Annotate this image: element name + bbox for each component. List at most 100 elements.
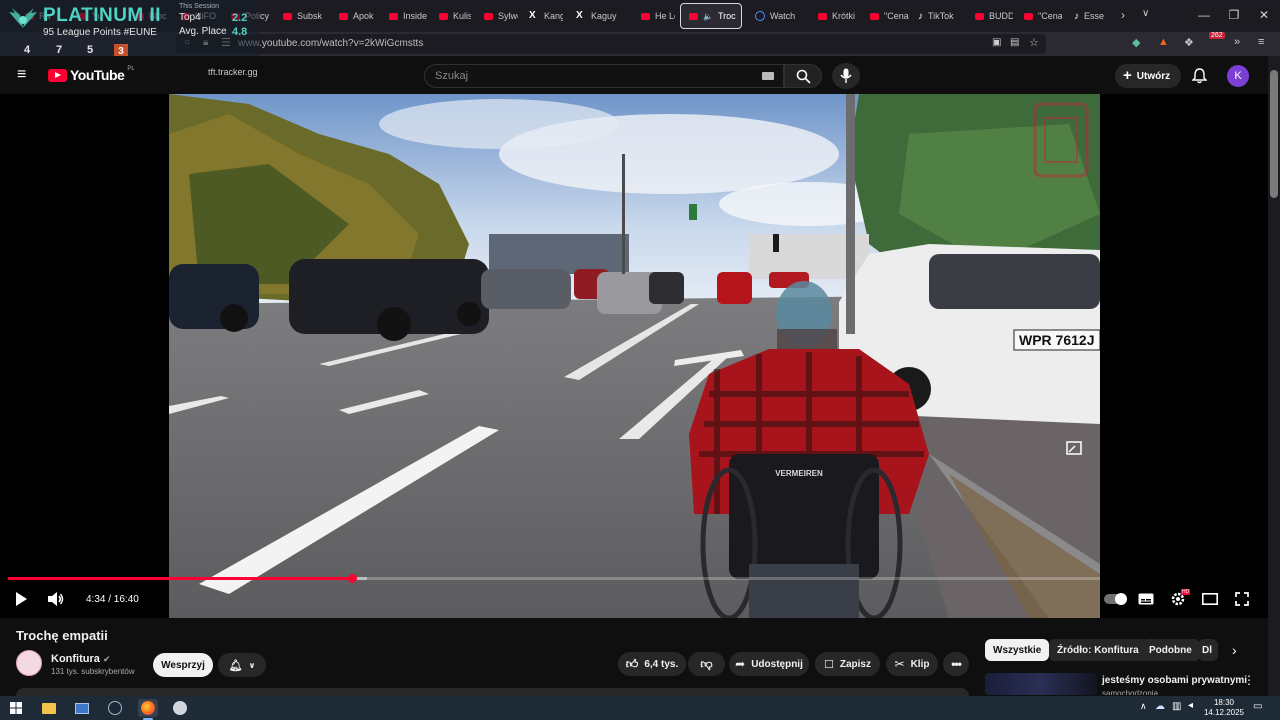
user-avatar[interactable]: K — [1227, 65, 1249, 87]
progress-scrubber[interactable] — [347, 574, 357, 583]
tab-list-chevron-icon[interactable]: ∨ — [1142, 8, 1149, 19]
youtube-play-logo-icon — [48, 68, 67, 82]
bell-icon: 🔔︎ — [228, 659, 243, 672]
join-button[interactable]: Wesprzyj — [153, 653, 213, 677]
tray-cloud-icon[interactable]: ☁ — [1155, 701, 1165, 712]
fullscreen-button[interactable] — [1230, 587, 1254, 611]
tab-scroll-right-icon[interactable]: › — [1121, 8, 1125, 22]
extension-fox-icon[interactable]: ▲ — [1158, 36, 1169, 48]
fullscreen-icon — [1235, 592, 1249, 606]
clip-button[interactable]: ✂ Klip — [886, 652, 938, 676]
share-button[interactable]: ➦ Udostępnij — [729, 652, 809, 676]
youtube-icon — [1024, 12, 1033, 20]
browser-tab[interactable]: Watch — [747, 3, 805, 29]
autoplay-toggle[interactable] — [1103, 587, 1127, 611]
browser-tab[interactable]: He Le — [633, 3, 675, 29]
theater-mode-button[interactable] — [1198, 587, 1222, 611]
chip-from-channel[interactable]: Źródło: Konfitura — [1049, 639, 1147, 661]
browser-tab[interactable]: Krótki — [810, 3, 858, 29]
browser-tab[interactable]: "Cena — [862, 3, 910, 29]
video-player[interactable]: WPR 7612J VERMEIREN 4:34 / 16:40 HD — [0, 94, 1268, 618]
bookmark-star-icon[interactable]: ☆ — [1029, 36, 1039, 49]
chip-all[interactable]: Wszystkie — [985, 639, 1050, 661]
progress-bar[interactable] — [8, 574, 1100, 583]
browser-tab[interactable]: X Kaguy — [568, 3, 626, 29]
browser-tab[interactable]: Kulisy — [431, 3, 471, 29]
clip-label: Klip — [910, 658, 930, 670]
browser-tab[interactable]: ♪ Esse — [1066, 3, 1118, 29]
url-text[interactable]: www.youtube.com/watch?v=2kWiGcmstts — [238, 38, 423, 49]
browser-tab[interactable]: Subsk — [275, 3, 323, 29]
channel-name[interactable]: Konfitura ✔ — [51, 653, 111, 665]
page-scrollbar[interactable] — [1268, 56, 1280, 696]
extension-counter-icon[interactable]: 262 — [1209, 32, 1225, 39]
recommendation-title[interactable]: jesteśmy osobami prywatnymi — [1102, 675, 1247, 686]
more-actions-button[interactable]: ••• — [943, 652, 969, 676]
youtube-region: PL — [127, 66, 135, 72]
browser-tab[interactable]: 🔈 Troc ✕ — [680, 3, 742, 29]
channel-avatar[interactable] — [16, 650, 42, 676]
recommendation-channel[interactable]: samochodzonia — [1102, 689, 1158, 695]
extensions-puzzle-icon[interactable]: ❖ — [1184, 36, 1194, 49]
steam-icon[interactable] — [105, 699, 125, 717]
youtube-logo[interactable]: YouTube PL — [48, 66, 135, 83]
recommendation-more-icon[interactable]: ⋮ — [1243, 673, 1255, 687]
restore-button[interactable]: ❐ — [1217, 0, 1251, 30]
dislike-button[interactable]: 👎︎ — [688, 652, 725, 676]
close-window-button[interactable]: ✕ — [1247, 0, 1280, 30]
tab-label: "Cena — [884, 11, 909, 21]
tab-label: Krótki — [832, 11, 856, 21]
tray-volume-icon[interactable]: ◂ — [1188, 700, 1193, 711]
app-icon[interactable] — [170, 699, 190, 717]
description-box-top[interactable] — [16, 688, 969, 696]
extension-shield-icon[interactable]: ◆ — [1132, 36, 1140, 49]
chips-next-icon[interactable]: › — [1232, 642, 1237, 658]
browser-tab[interactable]: X Kangr — [521, 3, 563, 29]
search-button[interactable] — [784, 64, 822, 88]
pip-icon[interactable]: ▣ — [992, 37, 1001, 48]
notification-center-icon[interactable]: ▭ — [1253, 701, 1262, 712]
taskbar-clock[interactable]: 18:30 14.12.2025 — [1200, 698, 1248, 718]
app-menu-icon[interactable]: ≡ — [1258, 36, 1264, 48]
scrollbar-thumb[interactable] — [1270, 70, 1278, 198]
like-button[interactable]: 👍︎ 6,4 tys. — [618, 652, 686, 676]
firefox-icon[interactable] — [138, 699, 158, 717]
reader-view-icon[interactable]: ▤ — [1010, 37, 1019, 48]
notifications-bell-icon[interactable] — [1192, 68, 1207, 84]
keyboard-icon[interactable] — [762, 72, 774, 80]
tft-league-points: 95 League Points #EUNE — [43, 27, 157, 38]
subtitles-button[interactable] — [1134, 587, 1158, 611]
browser-tab[interactable]: ♪ TikTok — [910, 3, 960, 29]
volume-button[interactable] — [44, 587, 68, 611]
youtube-icon — [389, 12, 398, 20]
hamburger-menu-icon[interactable]: ≡ — [17, 66, 26, 84]
clock-time: 18:30 — [1213, 698, 1235, 707]
subscribed-notifications-button[interactable]: 🔔︎ ∨ — [218, 653, 266, 677]
browser-tab[interactable]: BUDD — [967, 3, 1013, 29]
file-explorer-icon[interactable] — [39, 699, 59, 717]
browser-tab[interactable]: Inside — [381, 3, 427, 29]
settings-button[interactable]: HD — [1166, 587, 1191, 611]
tray-overflow-icon[interactable]: ∧ — [1140, 701, 1147, 712]
chip-more[interactable]: Dl — [1198, 639, 1218, 661]
play-button[interactable] — [9, 587, 33, 611]
overflow-chevron-icon[interactable]: » — [1234, 36, 1240, 48]
tray-network-icon[interactable]: ▥ — [1172, 701, 1181, 712]
browser-tab[interactable]: "Cena — [1016, 3, 1062, 29]
create-button[interactable]: + Utwórz — [1115, 64, 1181, 88]
remote-desktop-icon[interactable] — [72, 699, 92, 717]
voice-search-button[interactable] — [832, 63, 860, 89]
save-button[interactable]: ☐ Zapisz — [815, 652, 880, 676]
browser-tab[interactable]: Sylwe — [476, 3, 518, 29]
minimize-button[interactable]: — — [1187, 0, 1221, 30]
start-button[interactable] — [6, 699, 26, 717]
recommendation-thumbnail[interactable] — [985, 673, 1097, 695]
tab-audio-icon[interactable]: 🔈 — [703, 12, 713, 21]
autoplay-toggle-icon — [1104, 593, 1127, 605]
video-frame[interactable]: WPR 7612J VERMEIREN — [169, 94, 1100, 618]
url-bar[interactable]: ○ 🔒︎ ☰ www.youtube.com/watch?v=2kWiGcmst… — [176, 34, 1046, 54]
tab-close-icon[interactable]: ✕ — [741, 11, 742, 22]
chip-related[interactable]: Podobne — [1141, 639, 1200, 661]
search-input[interactable]: Szukaj — [424, 64, 784, 88]
browser-tab[interactable]: Apok — [331, 3, 377, 29]
